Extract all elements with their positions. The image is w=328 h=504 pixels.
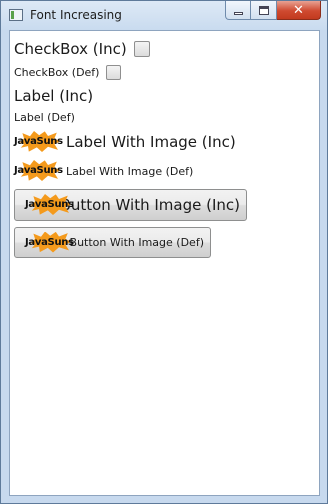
close-button[interactable]: ✕ [277,1,321,20]
maximize-icon [258,5,269,15]
label-def: Label (Def) [14,111,75,124]
button-image-def-label: Button With Image (Def) [69,236,204,249]
label-image-def: JavaSuns Label With Image (Def) [14,160,193,182]
javasuns-logo: JavaSuns [25,194,74,216]
label-inc-text: Label (Inc) [14,87,94,105]
button-image-def[interactable]: JavaSuns Button With Image (Def) [14,227,211,258]
label-inc: Label (Inc) [14,87,93,105]
label-def-text: Label (Def) [14,111,75,124]
maximize-button[interactable] [251,1,277,20]
minimize-icon [233,11,243,15]
checkbox-inc-box[interactable] [133,41,150,57]
checkbox-def[interactable]: CheckBox (Def) [14,65,122,80]
label-image-def-text: Label With Image (Def) [66,164,194,178]
javasuns-logo: JavaSuns [14,131,63,153]
window-title: Font Increasing [30,8,122,22]
checkbox-def-box[interactable] [106,65,122,80]
close-icon: ✕ [293,2,304,18]
app-window: Font Increasing ✕ CheckBox (Inc) CheckBo… [0,0,328,504]
caption-buttons: ✕ [225,1,321,20]
window-icon[interactable] [9,9,23,21]
minimize-button[interactable] [225,1,251,20]
checkbox-inc[interactable]: CheckBox (Inc) [14,40,150,58]
javasuns-logo: JavaSuns [14,160,63,182]
label-image-inc: JavaSuns Label With Image (Inc) [14,131,236,153]
button-image-inc-label: Button With Image (Inc) [60,196,240,214]
button-image-inc[interactable]: JavaSuns Button With Image (Inc) [14,189,247,221]
checkbox-def-label: CheckBox (Def) [14,66,100,79]
title-bar[interactable]: Font Increasing ✕ [1,1,327,30]
javasuns-logo: JavaSuns [25,231,74,254]
label-image-inc-text: Label With Image (Inc) [66,133,236,151]
client-area: CheckBox (Inc) CheckBox (Def) Label (Inc… [9,30,320,496]
checkbox-inc-label: CheckBox (Inc) [14,40,127,58]
